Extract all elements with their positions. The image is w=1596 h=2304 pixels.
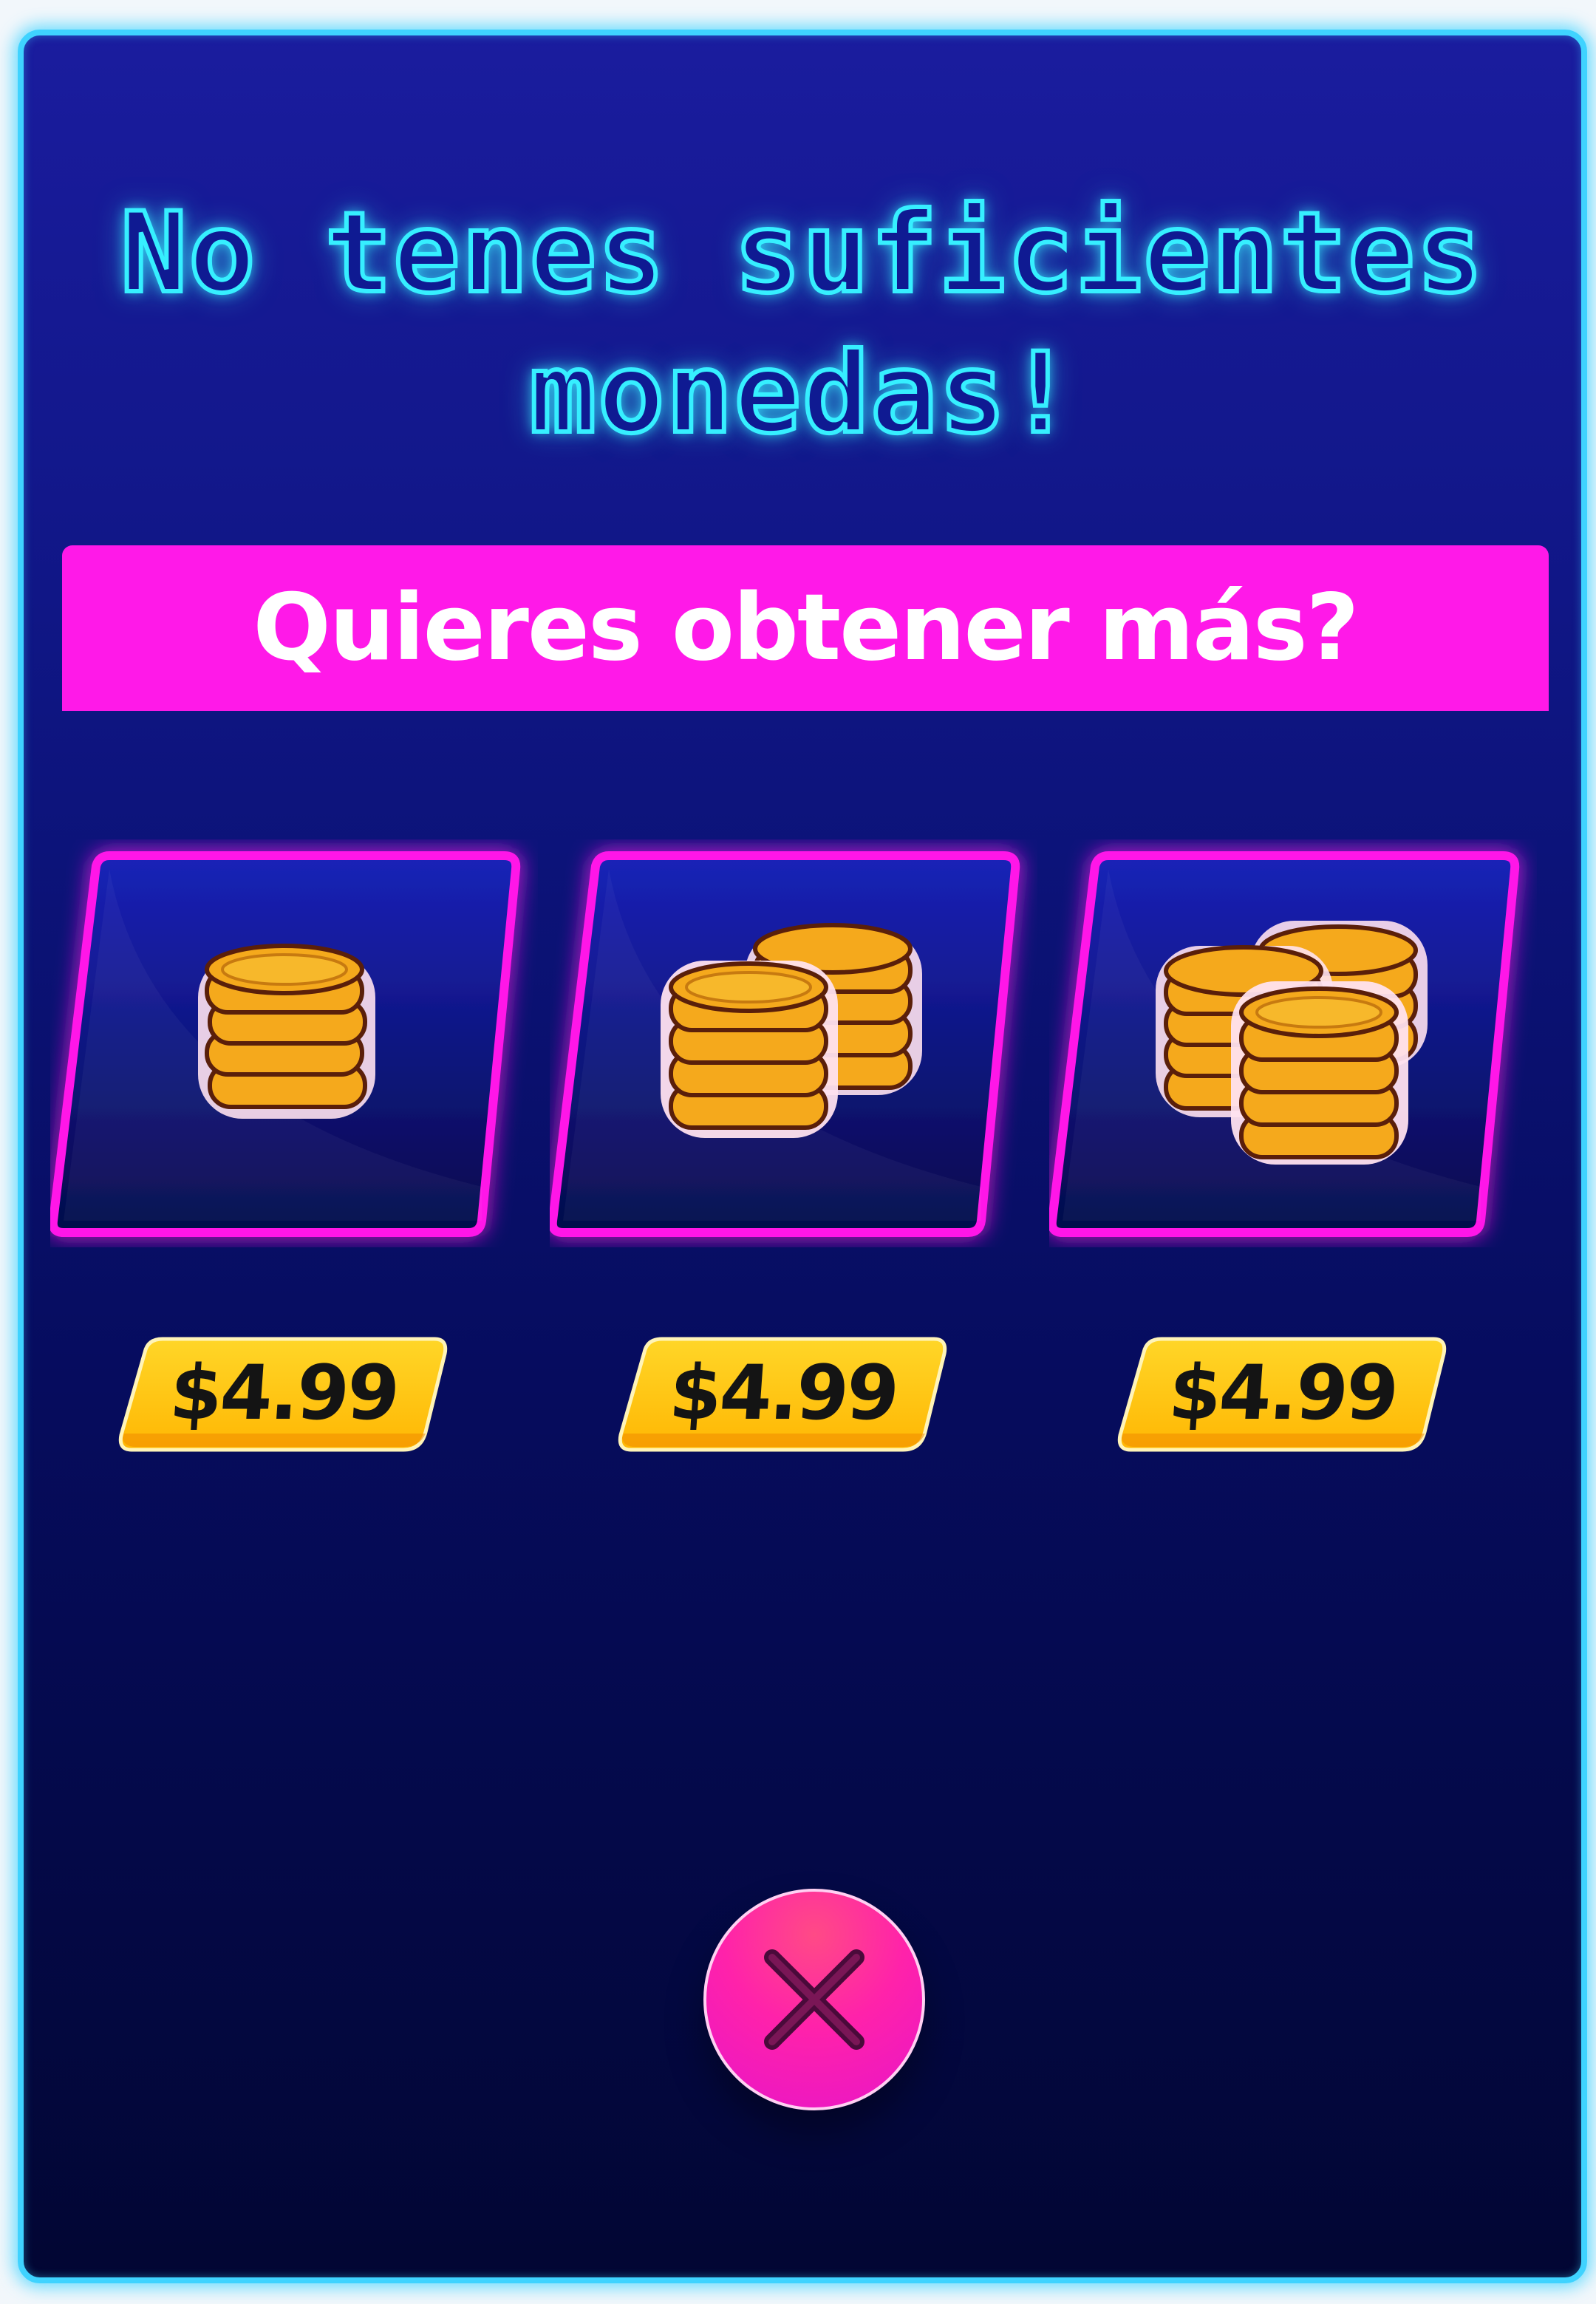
price-label: $4.99: [167, 1349, 400, 1437]
offer-card-large[interactable]: [1049, 839, 1537, 1247]
close-button[interactable]: [703, 1889, 925, 2110]
subtitle-banner: Quieres obtener más?: [62, 545, 1549, 711]
dialog-title: No tenes suficientes monedas!: [24, 183, 1581, 464]
dialog-title-line-2: monedas!: [528, 327, 1076, 460]
dialog-title-line-1: No tenes suficientes: [118, 187, 1485, 320]
price-label: $4.99: [1166, 1349, 1399, 1437]
coin-stack-small-icon: [198, 944, 375, 1119]
coin-stack-medium-icon: [661, 923, 922, 1138]
offer-card-medium[interactable]: [550, 839, 1037, 1247]
buy-button-medium[interactable]: $4.99: [615, 1323, 952, 1463]
price-label: $4.99: [666, 1349, 900, 1437]
coin-stack-large-icon: [1156, 921, 1428, 1165]
buy-button-small[interactable]: $4.99: [115, 1323, 452, 1463]
offer-card-small[interactable]: [50, 839, 538, 1247]
out-of-coins-dialog: No tenes suficientes monedas! Quieres ob…: [18, 30, 1587, 2283]
buy-button-large[interactable]: $4.99: [1114, 1323, 1451, 1463]
close-icon: [764, 1949, 864, 2050]
subtitle-text: Quieres obtener más?: [253, 575, 1359, 681]
